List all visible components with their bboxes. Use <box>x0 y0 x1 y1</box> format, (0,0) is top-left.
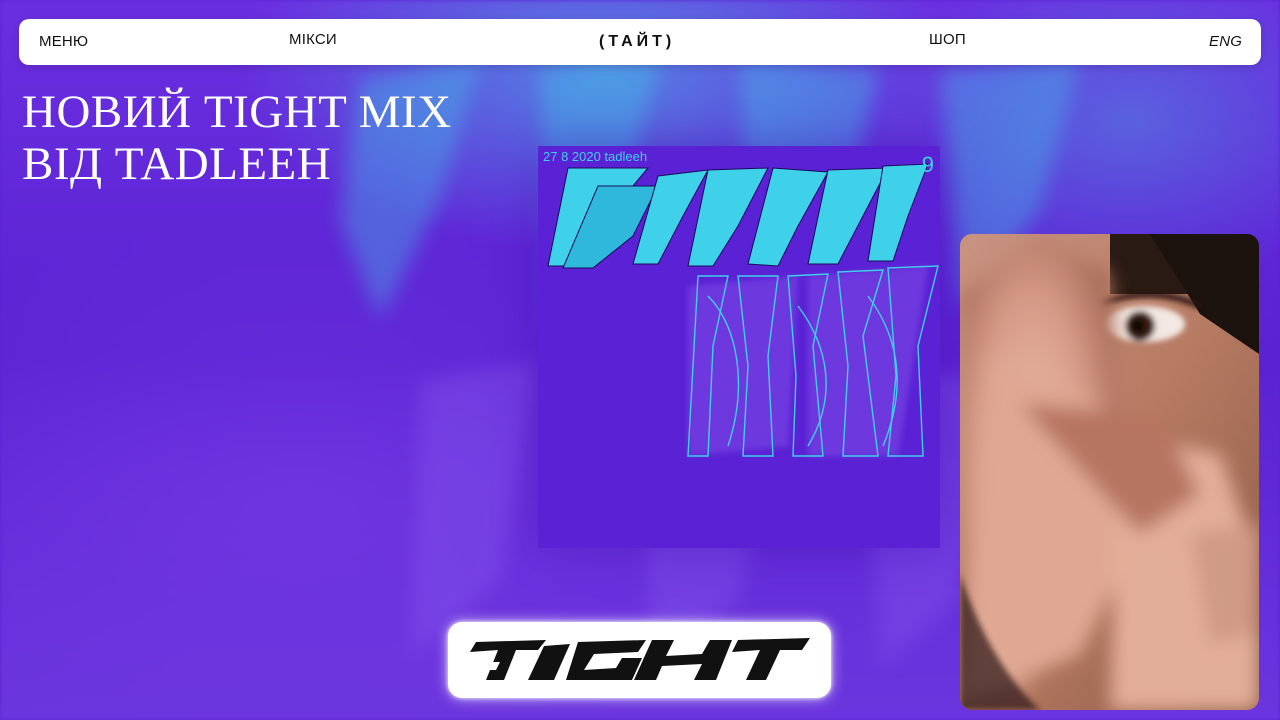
cover-typography <box>547 163 939 457</box>
headline-line-2: ВІД TADLEEH <box>22 138 332 190</box>
nav-shop-link[interactable]: ШОП <box>929 17 966 63</box>
site-logo-link[interactable]: (ТАЙТ) <box>599 19 675 65</box>
artist-photo[interactable] <box>960 234 1259 710</box>
nav-mixes-link[interactable]: МІКСИ <box>289 17 337 63</box>
artist-photo-image <box>960 234 1259 710</box>
tight-wordmark-icon <box>470 638 810 680</box>
mix-cover-artwork[interactable]: 27 8 2020 tadleeh 9 <box>538 146 940 548</box>
page-headline: НОВИЙ TIGHT MIX ВІД TADLEEH <box>22 86 452 190</box>
top-navigation-bar: МЕНЮ МІКСИ (ТАЙТ) ШОП ENG <box>19 19 1261 65</box>
tight-logo-button[interactable] <box>448 622 831 698</box>
language-switch-link[interactable]: ENG <box>1209 19 1242 65</box>
nav-menu-link[interactable]: МЕНЮ <box>39 19 88 65</box>
cover-mix-number: 9 <box>921 152 934 177</box>
headline-line-1: НОВИЙ TIGHT MIX <box>22 86 452 138</box>
cover-date-artist: 27 8 2020 tadleeh <box>543 149 648 164</box>
